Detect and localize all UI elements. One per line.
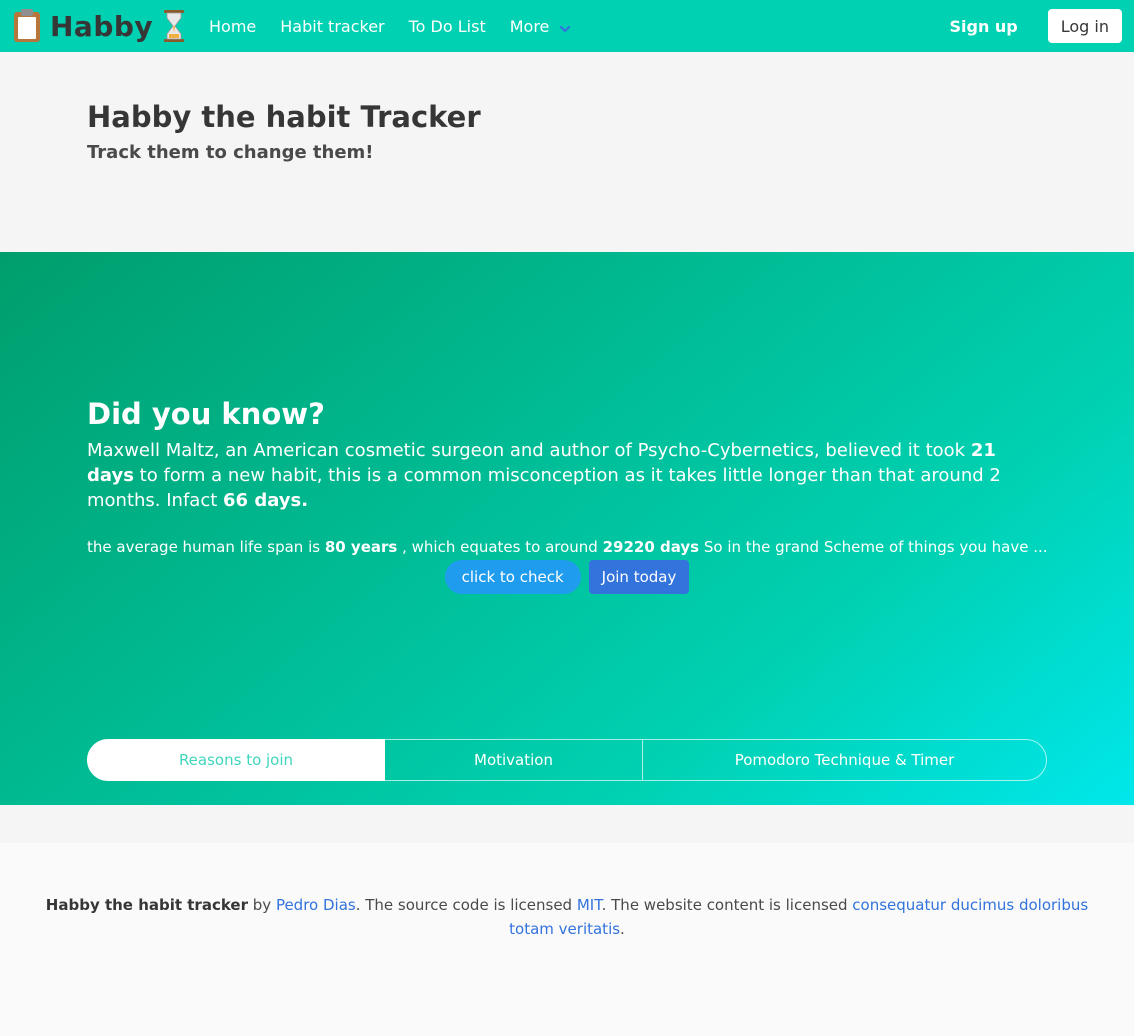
- tab-motivation[interactable]: Motivation: [385, 739, 643, 781]
- footer-text-1: . The source code is licensed: [355, 896, 577, 914]
- life-text-1: the average human life span is: [87, 538, 325, 556]
- footer-site-name: Habby the habit tracker: [45, 896, 248, 914]
- brand-name: Habby: [50, 9, 154, 43]
- hero-section: Habby the habit Tracker Track them to ch…: [0, 52, 1134, 252]
- fact-text-1: Maxwell Maltz, an American cosmetic surg…: [87, 440, 971, 461]
- footer-text-end: .: [620, 920, 625, 938]
- signup-button[interactable]: Sign up: [928, 9, 1039, 43]
- footer-text: Habby the habit tracker by Pedro Dias. T…: [30, 893, 1104, 941]
- click-to-check-button[interactable]: click to check: [444, 560, 581, 594]
- footer-mit-link[interactable]: MIT: [577, 896, 602, 914]
- tab-reasons-to-join[interactable]: Reasons to join: [87, 739, 385, 781]
- nav-actions: Sign up Log in: [928, 9, 1134, 43]
- action-buttons: click to check Join today: [0, 560, 1134, 594]
- section-tabs: Reasons to join Motivation Pomodoro Tech…: [87, 739, 1047, 781]
- life-text-2: , which equates to around: [397, 538, 603, 556]
- tab-pomodoro[interactable]: Pomodoro Technique & Timer: [643, 739, 1047, 781]
- nav-todo-list[interactable]: To Do List: [397, 0, 498, 52]
- section-spacer: [0, 805, 1134, 843]
- nav-home[interactable]: Home: [197, 0, 268, 52]
- join-today-button[interactable]: Join today: [588, 560, 690, 594]
- page-title: Habby the habit Tracker: [87, 100, 481, 134]
- hourglass-icon: [161, 9, 187, 43]
- did-you-know-section: Did you know? Maxwell Maltz, an American…: [0, 252, 1134, 805]
- did-you-know-title: Did you know?: [87, 397, 325, 431]
- footer-author-link[interactable]: Pedro Dias: [276, 896, 356, 914]
- navbar: Habby Home Habit tracker To Do List More…: [0, 0, 1134, 52]
- life-29220-days: 29220 days: [602, 538, 700, 556]
- fact-66-days: 66 days.: [223, 490, 309, 511]
- footer-by: by: [248, 896, 276, 914]
- footer-text-2: . The website content is licensed: [601, 896, 853, 914]
- clipboard-icon: [12, 9, 42, 43]
- habit-fact-text: Maxwell Maltz, an American cosmetic surg…: [87, 438, 1047, 513]
- nav-links: Home Habit tracker To Do List More: [197, 0, 583, 52]
- brand-logo[interactable]: Habby: [0, 0, 197, 52]
- nav-more-label: More: [509, 16, 550, 36]
- life-80-years: 80 years: [324, 538, 398, 556]
- login-button[interactable]: Log in: [1047, 9, 1122, 43]
- life-text-3: So in the grand Scheme of things you hav…: [699, 538, 1048, 556]
- nav-habit-tracker[interactable]: Habit tracker: [268, 0, 396, 52]
- footer: Habby the habit tracker by Pedro Dias. T…: [0, 843, 1134, 1036]
- chevron-down-icon: [559, 20, 571, 33]
- page-subtitle: Track them to change them!: [87, 142, 374, 163]
- life-span-text: the average human life span is 80 years …: [87, 538, 1048, 556]
- nav-more-dropdown[interactable]: More: [498, 0, 584, 52]
